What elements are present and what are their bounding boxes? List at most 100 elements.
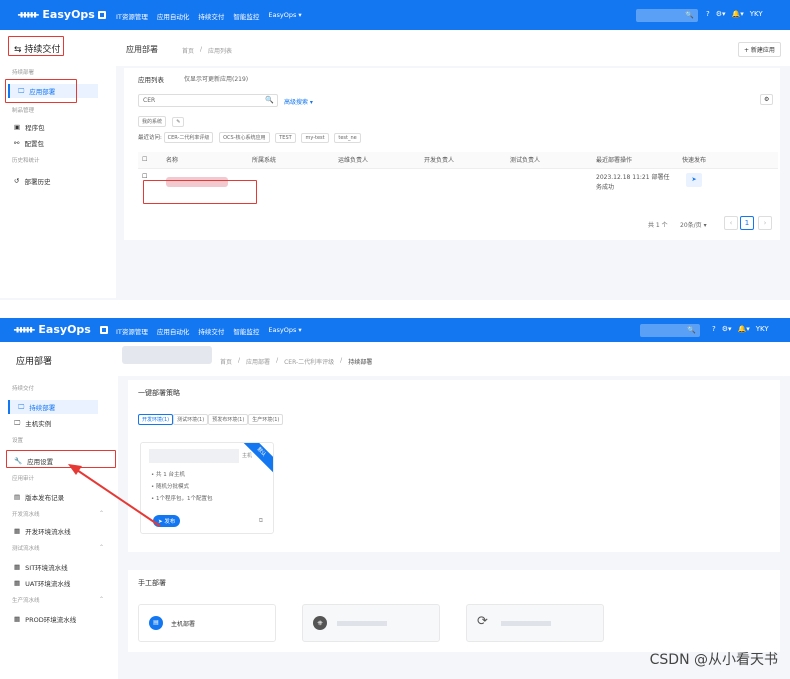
global-search-input[interactable]: 🔍 (636, 9, 698, 22)
crumb-app-deploy[interactable]: 应用部署 (246, 357, 270, 366)
breadcrumb: 首页 / 应用部署 / CER-二代利率评级 / 持续部署 (220, 357, 372, 366)
crumb-app[interactable]: CER-二代利率评级 (284, 357, 334, 366)
strategy-section: 一键部署策略 开发环境(1) 测试环境(1) 预发布环境(1) 生产环境(1) … (128, 380, 780, 552)
nav-monitoring[interactable]: 智能监控 (233, 11, 259, 21)
settings-gear-button[interactable]: ⚙ (760, 94, 774, 105)
app-list-card: 应用列表 仅显示可更新应用(219) CER 🔍 高级搜索 ▾ ⚙ 我的系统 ✎… (124, 68, 780, 240)
bell-icon[interactable]: 🔔▾ (738, 325, 750, 333)
search-icon[interactable]: 🔍 (685, 11, 694, 19)
strategy-title: 一键部署策略 (138, 389, 180, 397)
recent-tag[interactable]: OCS-核心系统应用 (219, 132, 270, 143)
k8s-deploy-card[interactable]: ⎈ (302, 604, 440, 642)
nav-monitoring[interactable]: 智能监控 (233, 326, 259, 336)
list-label: 应用列表 (138, 76, 164, 84)
copy-icon[interactable]: ⧉ (259, 517, 263, 525)
app-search-input[interactable]: CER 🔍 (138, 94, 278, 107)
my-systems-tag[interactable]: 我的系统 (138, 116, 167, 127)
search-icon[interactable]: 🔍 (687, 326, 696, 334)
crumb-home[interactable]: 首页 (182, 46, 194, 55)
nav-app-automation[interactable]: 应用自动化 (157, 11, 190, 21)
col-quick-release: 快速发布 (678, 152, 778, 169)
screenshot-top: ᚔ EasyOps IT资源管理 应用自动化 持续交付 智能监控 EasyOps… (0, 0, 790, 300)
section-label: 生产流水线 (12, 598, 40, 604)
manual-deploy-section: 手工部署 ▤ 主机部署 ⎈ ⟳ (128, 570, 780, 652)
page-1-button[interactable]: 1 (740, 216, 754, 230)
tab-prod-env[interactable]: 生产环境(1) (248, 414, 284, 425)
breadcrumb: 首页 / 应用列表 (182, 46, 232, 55)
brand-logo: ᚔ EasyOps (14, 323, 91, 336)
recent-tag[interactable]: CER-二代利率评级 (163, 132, 214, 143)
app-grid-icon[interactable] (100, 326, 108, 334)
my-systems-row: 我的系统 ✎ (138, 116, 188, 127)
kubernetes-icon: ⎈ (313, 616, 327, 630)
nav-easyops[interactable]: EasyOps ▾ (268, 11, 301, 21)
sidebar-item-config[interactable]: ⚯ 配置包 (14, 136, 104, 150)
tab-test-env[interactable]: 测试环境(1) (173, 414, 209, 425)
help-icon[interactable]: ? (706, 10, 710, 18)
nav-app-automation[interactable]: 应用自动化 (157, 326, 190, 336)
sidebar-item-host-instances[interactable]: 🖵 主机实例 (14, 416, 104, 430)
blurred-label (337, 621, 387, 626)
pipeline-icon: ▦ (14, 527, 21, 535)
sidebar-item-continuous-deploy[interactable]: 🖵 持续部署 (8, 400, 98, 414)
sidebar-item-sit-pipeline[interactable]: ▦ SIT环境流水线 (14, 560, 104, 574)
default-badge: 默认 (237, 443, 273, 477)
sidebar-item-packages[interactable]: ▣ 程序包 (14, 120, 104, 134)
crumb-home[interactable]: 首页 (220, 357, 232, 366)
page-header: 应用部署 首页 / 应用列表 + 新建应用 (116, 30, 790, 66)
row-last-op: 2023.12.18 11:21 部署任务成功 (596, 173, 670, 191)
bell-icon[interactable]: 🔔▾ (732, 10, 744, 18)
gear-icon[interactable]: ⚙▾ (716, 10, 726, 18)
sync-deploy-card[interactable]: ⟳ (466, 604, 604, 642)
section-label: 持续部署 (12, 70, 35, 76)
host-deploy-card[interactable]: ▤ 主机部署 (138, 604, 276, 642)
nav-it-resources[interactable]: IT资源管理 (116, 326, 148, 336)
sidebar: ⇆ 持续交付 持续部署 🖵 应用部署 制品管理 ▣ 程序包 ⚯ 配置包 历史和统计 ↺… (0, 30, 116, 298)
gear-icon[interactable]: ⚙▾ (722, 325, 732, 333)
sidebar-item-prod-pipeline[interactable]: ▦ PROD环境流水线 (14, 612, 104, 626)
sidebar-title: 应用部署 (16, 357, 53, 367)
nav-easyops[interactable]: EasyOps ▾ (268, 326, 301, 336)
section-label: 制品管理 (12, 108, 35, 114)
sidebar-item-uat-pipeline[interactable]: ▦ UAT环境流水线 (14, 576, 104, 590)
global-search-input[interactable]: 🔍 (640, 324, 700, 337)
nav-continuous-delivery[interactable]: 持续交付 (198, 11, 224, 21)
tab-pre-env[interactable]: 预发布环境(1) (208, 414, 249, 425)
crumb-sep: / (276, 357, 279, 364)
recent-tag[interactable]: test_ne (334, 133, 361, 143)
crumb-app-list: 应用列表 (208, 48, 233, 55)
advanced-search-link[interactable]: 高级搜索 ▾ (284, 97, 313, 106)
manual-title: 手工部署 (138, 579, 166, 587)
select-all-checkbox[interactable]: ☐ (138, 152, 162, 169)
recent-tag[interactable]: my-test (301, 133, 329, 143)
new-app-button[interactable]: + 新建应用 (738, 42, 781, 57)
chevron-up-icon[interactable]: ⌃ (99, 544, 104, 551)
sidebar-item-history[interactable]: ↺ 部署历史 (14, 174, 104, 188)
tab-dev-env[interactable]: 开发环境(1) (138, 414, 174, 425)
section-label: 开发流水线 (12, 512, 40, 518)
pipeline-icon: ▦ (14, 563, 21, 571)
highlight-box (8, 36, 64, 56)
recent-tag[interactable]: TEST (275, 133, 296, 143)
search-icon[interactable]: 🔍 (265, 96, 274, 104)
quick-release-button[interactable]: ➤ (678, 168, 778, 197)
chevron-up-icon[interactable]: ⌃ (99, 596, 104, 603)
pipeline-icon: ▦ (14, 579, 21, 587)
col-test-owner: 测试负责人 (506, 152, 592, 169)
history-icon: ↺ (14, 177, 20, 185)
edit-icon[interactable]: ✎ (172, 117, 185, 127)
package-icon: ▣ (14, 123, 21, 131)
user-menu[interactable]: YKY (756, 325, 769, 333)
next-page-button[interactable]: › (758, 216, 772, 230)
help-icon[interactable]: ? (712, 325, 716, 333)
page-size-select[interactable]: 20条/页 ▾ (680, 220, 707, 229)
section-label: 应用审计 (12, 476, 35, 482)
col-dev-owner: 开发负责人 (420, 152, 506, 169)
prev-page-button[interactable]: ‹ (724, 216, 738, 230)
table-header: ☐ 名称 所属系统 运维负责人 开发负责人 测试负责人 最近部署操作 快速发布 (138, 152, 778, 169)
app-grid-icon[interactable] (98, 11, 106, 19)
user-menu[interactable]: YKY (750, 10, 763, 18)
nav-continuous-delivery[interactable]: 持续交付 (198, 326, 224, 336)
nav-it-resources[interactable]: IT资源管理 (116, 11, 148, 21)
col-name[interactable]: 名称 (162, 152, 248, 169)
